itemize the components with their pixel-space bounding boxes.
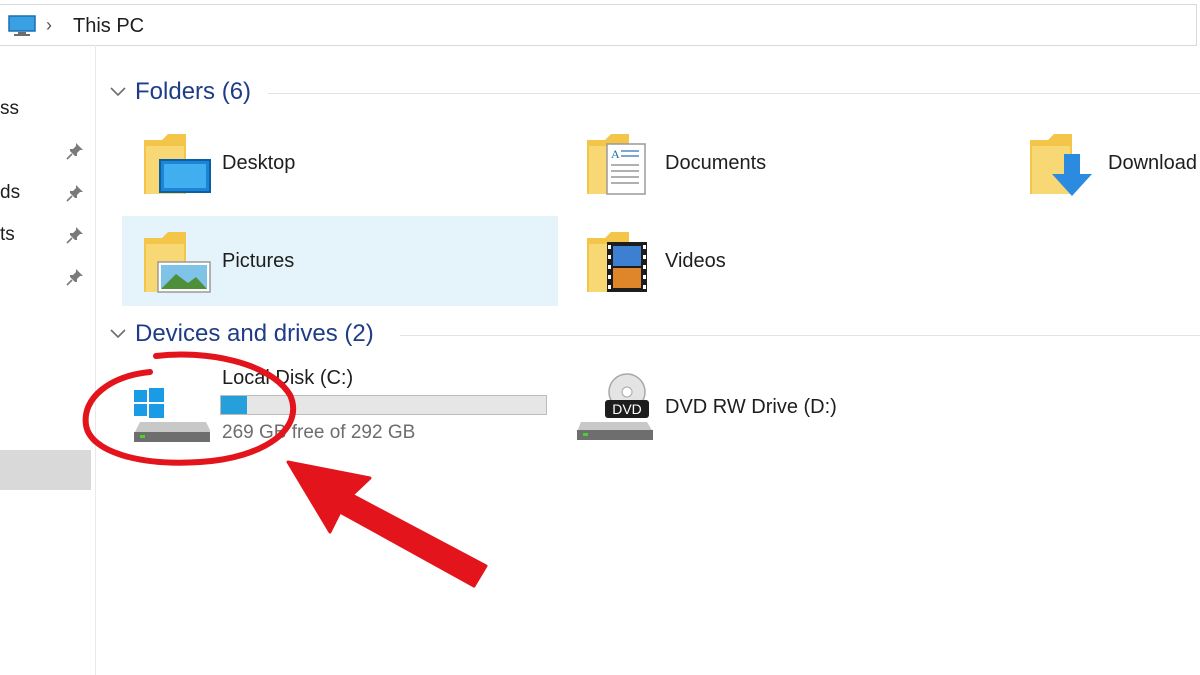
- nav-item-quick-access[interactable]: ss: [0, 89, 92, 129]
- documents-folder-icon: A: [587, 134, 646, 195]
- group-divider: [400, 335, 1200, 336]
- drive-c-usage-bar: [220, 395, 547, 415]
- folder-desktop[interactable]: Desktop: [122, 118, 558, 208]
- this-pc-icon: [8, 15, 36, 36]
- nav-item-downloads[interactable]: ds: [0, 173, 92, 213]
- red-arrow-annotation: [286, 460, 488, 588]
- pin-icon[interactable]: [66, 184, 84, 202]
- desktop-folder-icon: [144, 134, 211, 194]
- address-bar[interactable]: › This PC: [0, 4, 1197, 46]
- devices-group-header[interactable]: Devices and drives (2): [108, 320, 1200, 350]
- devices-group-title: Devices and drives (2): [135, 320, 374, 347]
- pin-icon[interactable]: [66, 226, 84, 244]
- breadcrumb-separator[interactable]: ›: [46, 15, 52, 36]
- nav-item-documents[interactable]: ts: [0, 215, 92, 255]
- drive-d-label: DVD RW Drive (D:): [665, 396, 837, 418]
- nav-item-pinned-1[interactable]: [0, 131, 92, 171]
- chevron-down-icon[interactable]: [108, 324, 128, 344]
- folder-documents[interactable]: A Documents: [565, 118, 1001, 208]
- pin-icon[interactable]: [66, 142, 84, 160]
- navigation-pane: ss ds ts: [0, 45, 96, 675]
- nav-item-this-pc-selected[interactable]: [0, 450, 91, 490]
- drive-local-disk-c[interactable]: Local Disk (C:) 269 GB free of 292 GB: [122, 362, 562, 452]
- folders-group-title: Folders (6): [135, 78, 252, 105]
- drive-c-usage-fill: [221, 396, 247, 414]
- breadcrumb-this-pc[interactable]: This PC: [73, 15, 144, 38]
- folder-pictures[interactable]: Pictures: [122, 216, 558, 306]
- folder-downloads[interactable]: Download: [1008, 118, 1200, 208]
- windows-drive-icon: [134, 388, 210, 442]
- group-divider: [268, 93, 1200, 94]
- dvd-drive-icon: DVD: [577, 373, 653, 440]
- pictures-folder-icon: [144, 232, 211, 293]
- downloads-folder-icon: [1030, 134, 1092, 196]
- folders-group-header[interactable]: Folders (6): [108, 78, 1200, 108]
- drive-dvd-d[interactable]: DVD DVD RW Drive (D:): [565, 362, 1005, 452]
- pin-icon[interactable]: [66, 268, 84, 286]
- nav-item-pictures[interactable]: [0, 257, 92, 297]
- dvd-badge: DVD: [612, 401, 642, 417]
- folder-videos[interactable]: Videos: [565, 216, 1001, 306]
- videos-folder-icon: [587, 232, 647, 292]
- svg-text:A: A: [611, 147, 620, 161]
- drive-c-label: Local Disk (C:): [222, 367, 354, 389]
- drive-c-free-space: 269 GB free of 292 GB: [222, 422, 416, 443]
- chevron-down-icon[interactable]: [108, 82, 128, 102]
